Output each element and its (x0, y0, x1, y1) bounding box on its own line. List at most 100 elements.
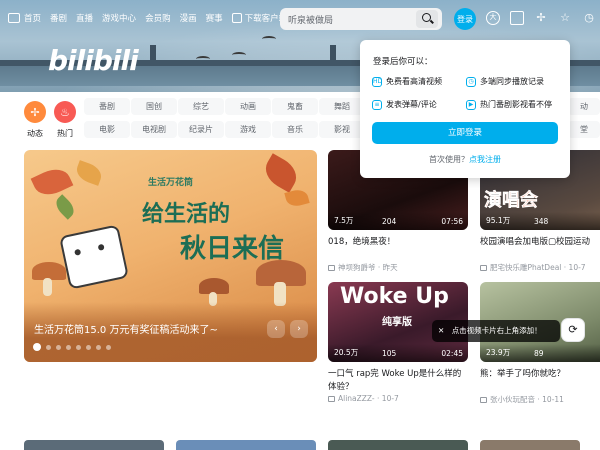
carousel-dot[interactable] (33, 343, 41, 351)
channel-tag[interactable]: 电影 (84, 121, 130, 138)
uploader-name: 肥宅快乐雕PhatDeal (490, 263, 562, 272)
video-title[interactable]: 校园演唱会加电版▢校园运动 (480, 236, 600, 249)
uploader-icon (480, 265, 487, 271)
hot-round-icon[interactable]: ♨ (54, 101, 76, 123)
channel-tag[interactable]: 国创 (131, 98, 177, 115)
search-box[interactable]: 听泉被做局 (280, 8, 442, 30)
nav-home[interactable]: 首页 (24, 12, 41, 24)
favorites-icon[interactable]: ☆ (558, 11, 572, 25)
video-title[interactable]: 018，绝境黑夜！ (328, 236, 468, 249)
next-row-card[interactable] (480, 440, 580, 450)
nav-esports[interactable]: 赛事 (206, 12, 223, 24)
carousel-dot[interactable] (66, 344, 71, 350)
perk-item: ◷ 多端同步播放记录 (466, 76, 544, 87)
channel-tag[interactable]: 电视剧 (131, 121, 177, 138)
hero-caption[interactable]: 生活万花筒15.0 万元有奖征稿活动来了~ (34, 321, 218, 336)
carousel-dot[interactable] (86, 344, 91, 350)
history-icon[interactable]: ◷ (582, 11, 596, 25)
nav-live[interactable]: 直播 (76, 12, 93, 24)
message-icon[interactable] (510, 11, 524, 25)
uploader-icon (328, 265, 335, 271)
dynamic-round-icon[interactable]: ✢ (24, 101, 46, 123)
upload-date: 10-11 (542, 395, 564, 404)
view-count: 23.9万 (486, 348, 511, 357)
nav-vip-shop[interactable]: 会员购 (145, 12, 171, 24)
tv-icon (8, 13, 20, 23)
next-row-card[interactable] (328, 440, 468, 450)
refresh-icon[interactable]: ⟳ (561, 318, 585, 342)
danmaku-count: 105 (382, 349, 397, 358)
duration: 07:56 (441, 217, 463, 226)
view-count: 7.5万 (334, 216, 354, 225)
register-link[interactable]: 点我注册 (469, 155, 501, 164)
vip-icon[interactable]: 大 (486, 11, 500, 25)
first-use-text: 首次使用？ (429, 155, 469, 164)
nav-anime[interactable]: 番剧 (50, 12, 67, 24)
next-row-card[interactable] (24, 440, 164, 450)
nav-game-center[interactable]: 游戏中心 (102, 12, 136, 24)
uploader-line[interactable]: 张小伙玩配音 · 10-11 (480, 394, 564, 405)
upload-date: 昨天 (382, 263, 398, 272)
dynamic-label[interactable]: 动态 (27, 128, 43, 139)
hero-brand: 生活万花筒 (148, 178, 194, 188)
channel-tag[interactable]: 音乐 (272, 121, 318, 138)
uploader-line[interactable]: 肥宅快乐雕PhatDeal · 10-7 (480, 262, 586, 273)
carousel-dot[interactable] (76, 344, 81, 350)
danmaku-count: 89 (534, 349, 544, 358)
carousel-dot[interactable] (56, 344, 61, 350)
channel-tag[interactable]: 鬼畜 (272, 98, 318, 115)
perk-item: ▶ 热门番剧影视看不停 (466, 99, 552, 110)
toast-text: 点击视频卡片右上角添加！ (451, 326, 542, 335)
uploader-name: 张小伙玩配音 (490, 395, 535, 404)
carousel-dot[interactable] (106, 344, 111, 350)
uploader-icon (328, 396, 335, 402)
channel-tag[interactable]: 综艺 (178, 98, 224, 115)
channel-tag[interactable]: 影视 (319, 121, 365, 138)
uploader-name: AlinaZZZ- (338, 394, 375, 403)
login-now-button[interactable]: 立即登录 (372, 122, 558, 144)
perk-label: 发表弹幕/评论 (386, 100, 437, 109)
nav-manga[interactable]: 漫画 (180, 12, 197, 24)
carousel-dot[interactable] (96, 344, 101, 350)
view-count: 95.1万 (486, 216, 511, 225)
video-title[interactable]: 一口气 rap完 Woke Up是什么样的体验？ (328, 368, 468, 394)
thumbnail-overlay-text: Woke Up (340, 284, 449, 309)
next-row-card[interactable] (176, 440, 316, 450)
channel-tag[interactable]: 游戏 (225, 121, 271, 138)
tv-mascot (59, 224, 129, 290)
hero-carousel[interactable]: 生活万花筒 给生活的 秋日来信 生活万花筒15.0 万元有奖征稿活动来了~ ‹ … (24, 150, 317, 362)
thumbnail-overlay-subtext: 纯享版 (382, 317, 412, 328)
hero-headline-1: 给生活的 (142, 201, 231, 227)
danmaku-count: 204 (382, 217, 397, 226)
danmaku-count: 348 (534, 217, 549, 226)
channel-tag[interactable]: 番剧 (84, 98, 130, 115)
channel-tag[interactable]: 动画 (225, 98, 271, 115)
channel-tag[interactable]: 舞蹈 (319, 98, 365, 115)
video-title[interactable]: 熊：举手了吗你就吃？ (480, 368, 600, 381)
hot-label[interactable]: 热门 (57, 128, 73, 139)
perk-item: ≡ 发表弹幕/评论 (372, 99, 437, 110)
hero-headline-2: 秋日来信 (180, 234, 285, 264)
perk-label: 热门番剧影视看不停 (480, 100, 552, 109)
dynamic-icon[interactable]: ✢ (534, 11, 548, 25)
bilibili-logo[interactable]: bilibili (48, 44, 139, 77)
uploader-line[interactable]: 神坝狗爵爷 · 昨天 (328, 262, 398, 273)
hero-prev-button[interactable]: ‹ (267, 320, 285, 338)
channel-tag[interactable]: 纪录片 (178, 121, 224, 138)
search-icon[interactable] (416, 10, 438, 28)
perk-label: 免费看高清视频 (386, 77, 442, 86)
login-popup: 登录后你可以： HD 免费看高清视频 ◷ 多端同步播放记录 ≡ 发表弹幕/评论 ▶ 热门… (360, 40, 570, 178)
carousel-dots (33, 343, 116, 351)
upload-date: 10-7 (381, 394, 399, 403)
login-avatar-button[interactable]: 登录 (454, 8, 476, 30)
channel-tag[interactable]: 动 (568, 98, 600, 115)
hero-next-button[interactable]: › (290, 320, 308, 338)
channel-tag[interactable]: 堂 (568, 121, 600, 138)
close-icon[interactable]: ✕ (438, 326, 444, 335)
top-nav: 首页 番剧 直播 游戏中心 会员购 漫画 赛事 下载客户端新 (8, 8, 308, 28)
upload-date: 10-7 (568, 263, 586, 272)
carousel-dot[interactable] (46, 344, 51, 350)
search-input[interactable]: 听泉被做局 (288, 13, 333, 26)
thumbnail-overlay-text: 演唱会 (484, 190, 539, 212)
uploader-line[interactable]: AlinaZZZ- · 10-7 (328, 394, 399, 403)
